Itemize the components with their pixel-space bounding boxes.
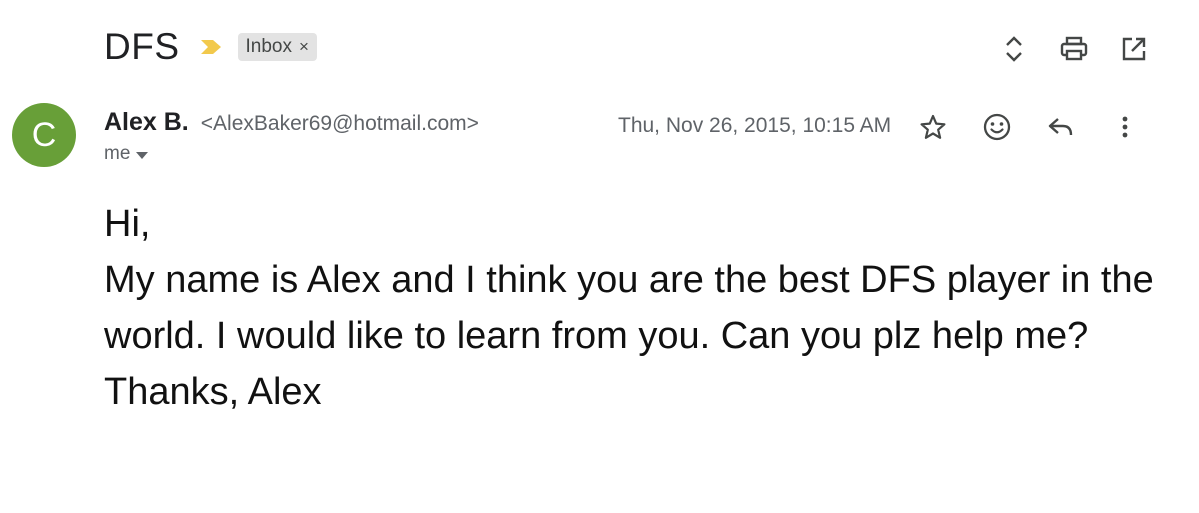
email-subject: DFS — [104, 26, 180, 67]
remove-label-button[interactable]: × — [299, 37, 309, 57]
reply-icon[interactable] — [1044, 110, 1078, 144]
recipient-label: me — [104, 143, 131, 164]
more-vert-icon[interactable] — [1108, 110, 1142, 144]
sender-line: Alex B. <AlexBaker69@hotmail.com> — [104, 108, 479, 137]
sender-email: <AlexBaker69@hotmail.com> — [200, 112, 479, 135]
sender-name[interactable]: Alex B. — [104, 108, 189, 137]
open-in-new-icon[interactable] — [1119, 34, 1149, 64]
thread-actions — [999, 34, 1149, 64]
email-date: Thu, Nov 26, 2015, 10:15 AM — [618, 114, 892, 137]
sender-avatar[interactable]: C — [12, 103, 76, 167]
emoji-icon[interactable] — [980, 110, 1014, 144]
label-chip-text: Inbox — [245, 36, 292, 57]
chevron-down-icon — [136, 152, 149, 159]
importance-marker-icon[interactable] — [200, 39, 222, 55]
inbox-label-chip[interactable]: Inbox × — [237, 33, 317, 61]
unfold-icon[interactable] — [999, 34, 1029, 64]
email-body: Hi, My name is Alex and I think you are … — [104, 203, 1154, 413]
star-outline-icon[interactable] — [916, 110, 950, 144]
subject-row: DFS Inbox × — [104, 24, 317, 70]
recipient-details-toggle[interactable]: me — [104, 143, 149, 165]
message-actions — [916, 110, 1142, 144]
printer-icon[interactable] — [1059, 34, 1089, 64]
